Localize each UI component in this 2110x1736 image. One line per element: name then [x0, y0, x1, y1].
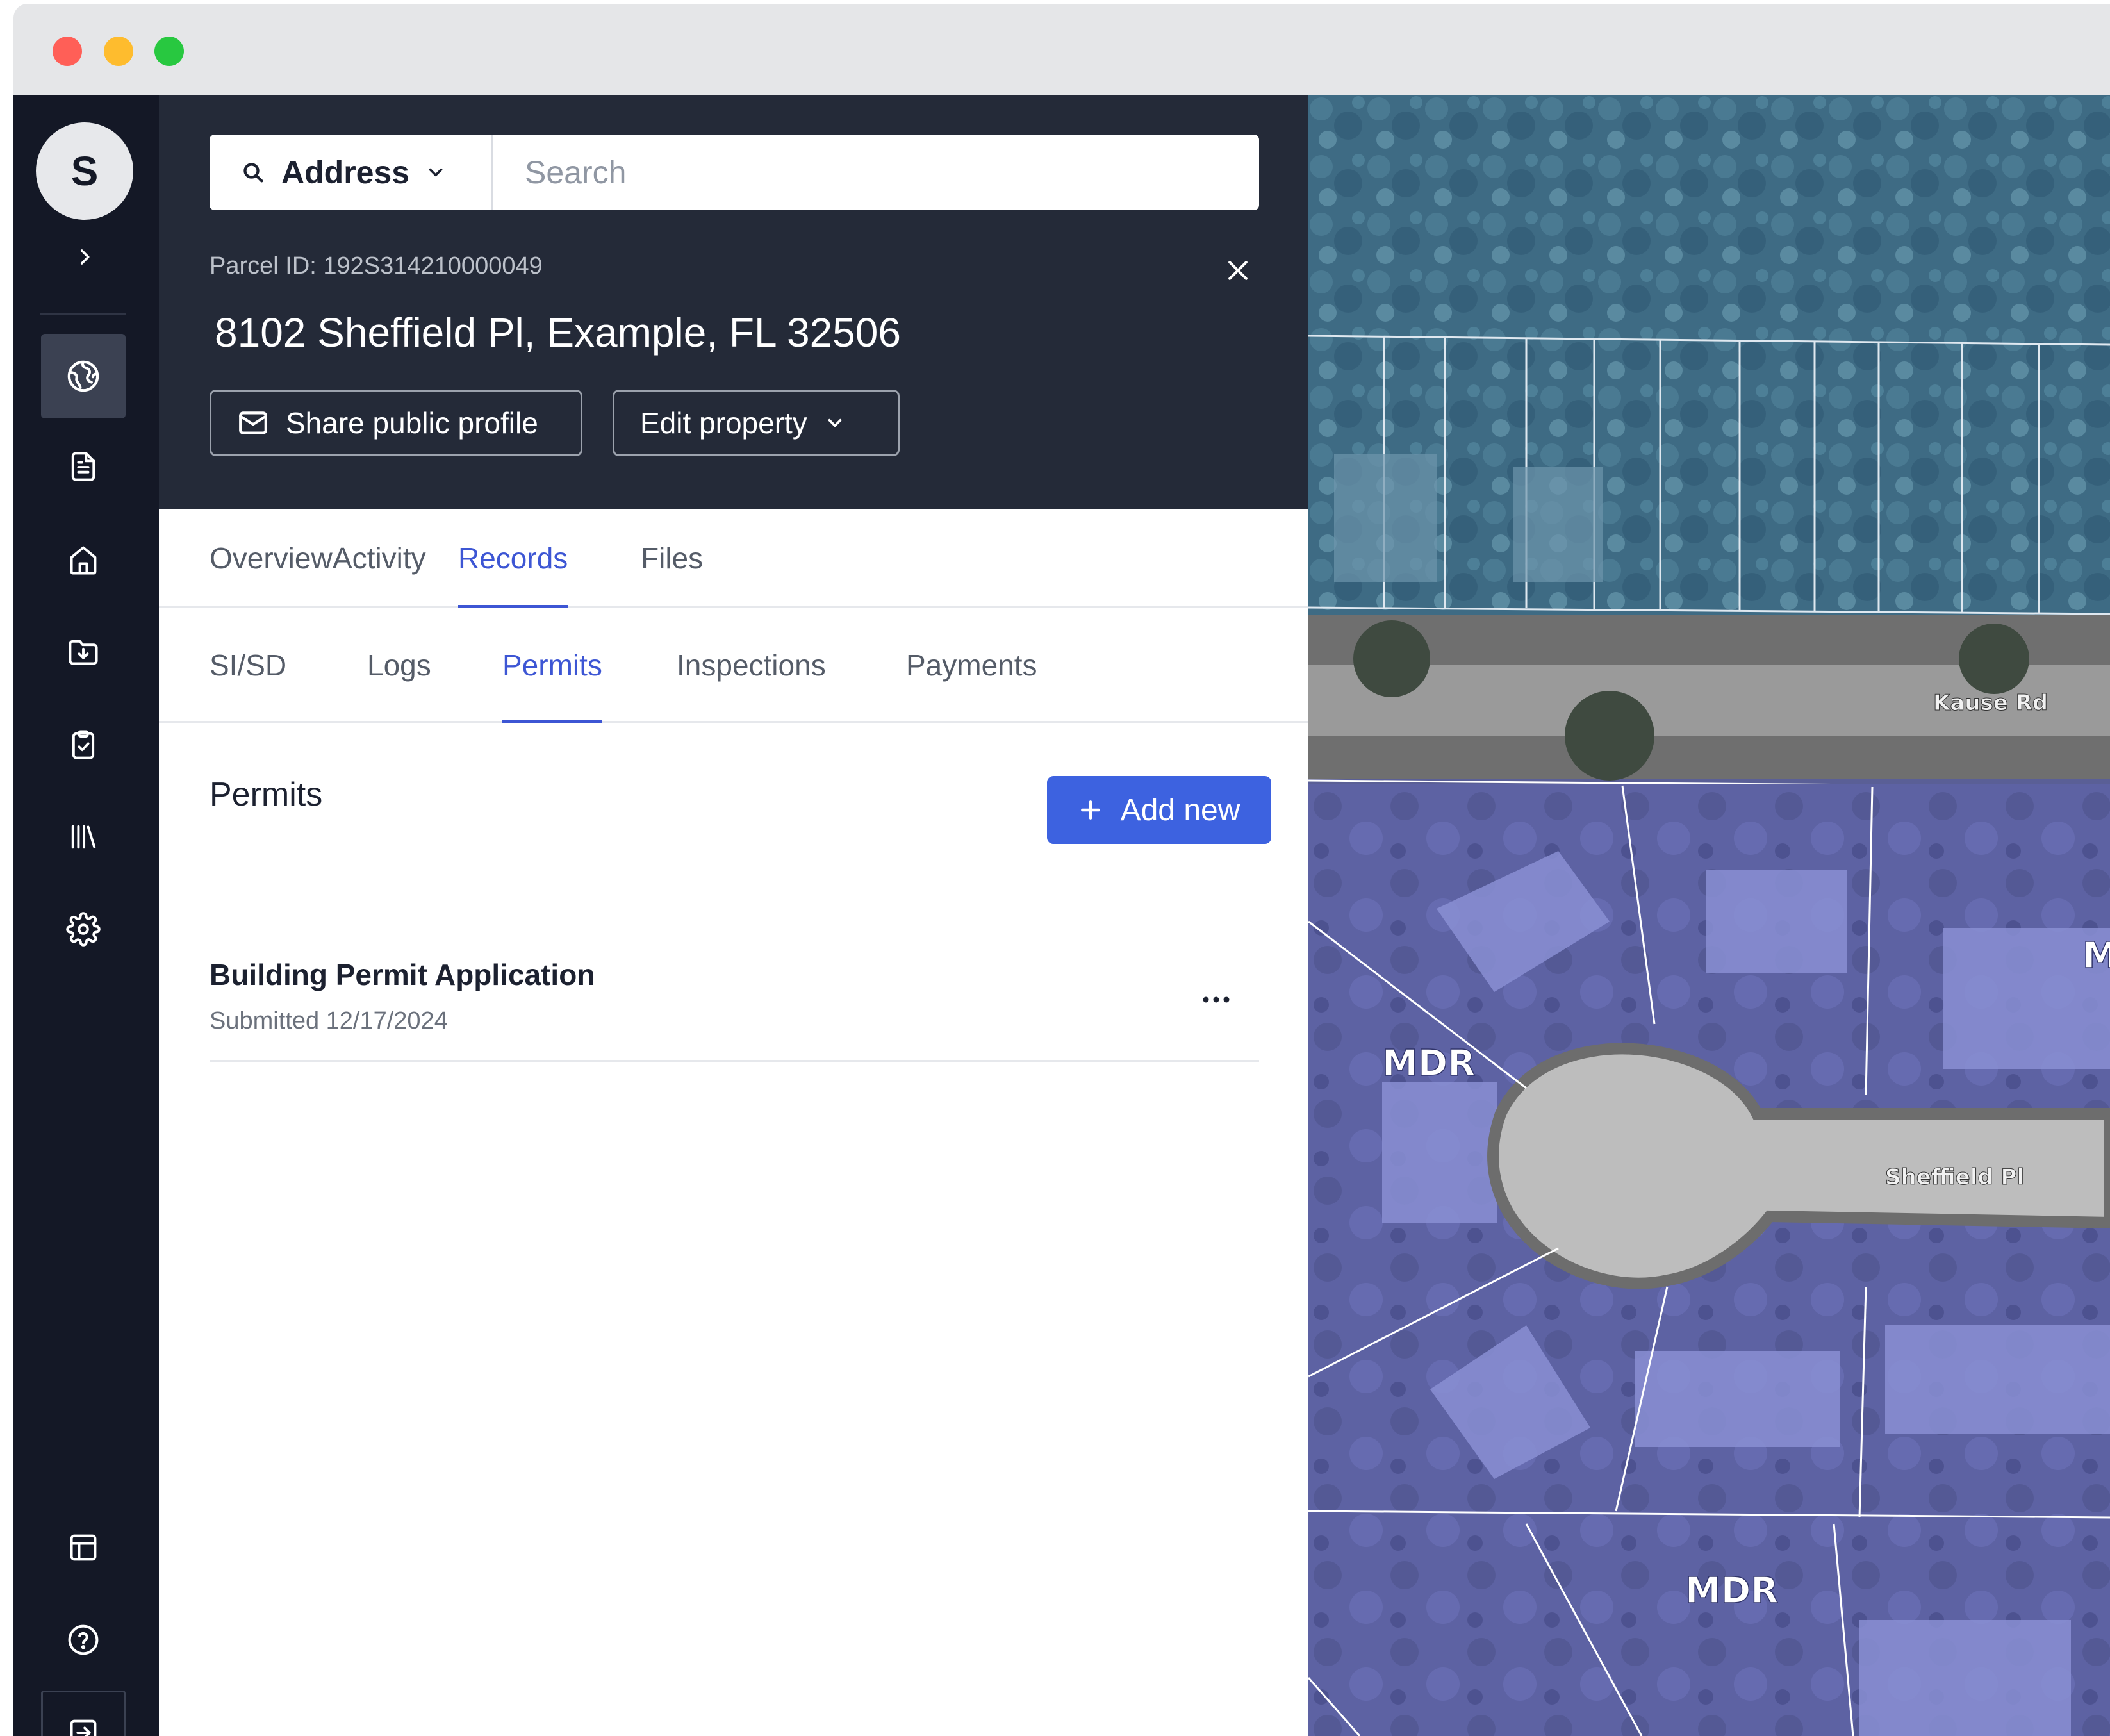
sidebar-item-documents[interactable]: [41, 424, 126, 509]
subtab-inspections[interactable]: Inspections: [677, 608, 826, 723]
help-icon: [68, 1624, 99, 1655]
sidebar-item-map[interactable]: [41, 334, 126, 418]
maximize-window-button[interactable]: [154, 37, 184, 66]
search-icon: [243, 163, 263, 183]
more-horizontal-icon: [1203, 996, 1230, 1003]
search-type-label: Address: [281, 154, 410, 190]
zone-label: M: [2082, 935, 2110, 977]
sidebar-item-tasks[interactable]: [41, 702, 126, 787]
property-panel: Address Parcel ID: 192S314210000049 8102…: [159, 95, 1308, 1736]
search-input[interactable]: [493, 135, 1259, 210]
close-panel-button[interactable]: [1220, 252, 1256, 288]
subtab-payments[interactable]: Payments: [906, 608, 1037, 723]
search-type-dropdown[interactable]: Address: [210, 135, 493, 210]
avatar[interactable]: S: [36, 122, 133, 220]
property-address: 8102 Sheffield Pl, Example, FL 32506: [215, 310, 901, 356]
add-new-label: Add new: [1120, 793, 1240, 827]
plus-icon: [1080, 800, 1100, 820]
more-options-button[interactable]: [1191, 983, 1242, 1016]
property-header: Address Parcel ID: 192S314210000049 8102…: [159, 95, 1308, 509]
subtab-sisd[interactable]: SI/SD: [210, 608, 286, 723]
map-canvas: Kause Rd Sheffield Pl MDR MDR M: [1308, 95, 2110, 1736]
home-icon: [70, 546, 97, 575]
sidebar-item-settings[interactable]: [41, 887, 126, 971]
search-bar: Address: [210, 135, 1259, 210]
close-window-button[interactable]: [53, 37, 82, 66]
library-icon: [71, 825, 96, 849]
share-button-label: Share public profile: [286, 406, 538, 440]
minimize-window-button[interactable]: [104, 37, 133, 66]
share-public-profile-button[interactable]: Share public profile: [210, 390, 582, 456]
tab-activity[interactable]: Activity: [333, 509, 426, 608]
chevron-right-icon: [80, 249, 90, 265]
sidebar-item-inbox[interactable]: [41, 609, 126, 694]
sidebar-divider: [40, 313, 126, 315]
parcel-map[interactable]: Kause Rd Sheffield Pl MDR MDR M: [1308, 95, 2110, 1736]
tab-records[interactable]: Records: [458, 509, 568, 608]
layout-icon: [70, 1534, 97, 1561]
folder-download-icon: [69, 640, 98, 665]
permit-submitted-date: Submitted 12/17/2024: [210, 1007, 448, 1034]
permit-title: Building Permit Application: [210, 958, 595, 991]
mail-icon: [239, 411, 267, 434]
close-icon: [1228, 261, 1248, 280]
sidebar-item-logout[interactable]: [41, 1691, 126, 1736]
expand-sidebar-button[interactable]: [67, 239, 103, 275]
globe-icon: [67, 360, 99, 392]
list-item[interactable]: Building Permit Application Submitted 12…: [210, 947, 1259, 1062]
chevron-down-icon: [828, 418, 842, 427]
street-label-kause: Kause Rd: [1933, 690, 2048, 716]
edit-property-button[interactable]: Edit property: [613, 390, 900, 456]
tab-overview[interactable]: Overview: [210, 509, 333, 608]
gear-icon: [66, 912, 101, 947]
parcel-id: Parcel ID: 192S314210000049: [210, 252, 543, 279]
tab-files[interactable]: Files: [641, 509, 703, 608]
subtab-logs[interactable]: Logs: [367, 608, 431, 723]
zone-label: MDR: [1382, 1043, 1475, 1084]
street-label-sheffield: Sheffield Pl: [1885, 1164, 2024, 1190]
edit-button-label: Edit property: [640, 406, 807, 440]
sidebar-item-layout[interactable]: [41, 1505, 126, 1590]
zone-label: MDR: [1685, 1570, 1778, 1612]
add-new-permit-button[interactable]: Add new: [1047, 776, 1271, 844]
subtab-permits[interactable]: Permits: [502, 608, 602, 723]
document-icon: [71, 452, 95, 481]
title-bar: [13, 4, 2110, 95]
sidebar-item-properties[interactable]: [41, 518, 126, 602]
sidebar-item-library[interactable]: [41, 795, 126, 879]
chevron-down-icon: [429, 168, 443, 177]
sidebar-item-help[interactable]: [41, 1598, 126, 1682]
records-subtabs: SI/SD Logs Permits Inspections Payments: [159, 608, 1308, 723]
logout-icon: [70, 1719, 97, 1736]
record-tabs: Overview Activity Records Files: [159, 509, 1308, 608]
permits-heading: Permits: [210, 776, 323, 813]
clipboard-check-icon: [72, 730, 95, 759]
sidebar-rail: S: [13, 95, 159, 1736]
